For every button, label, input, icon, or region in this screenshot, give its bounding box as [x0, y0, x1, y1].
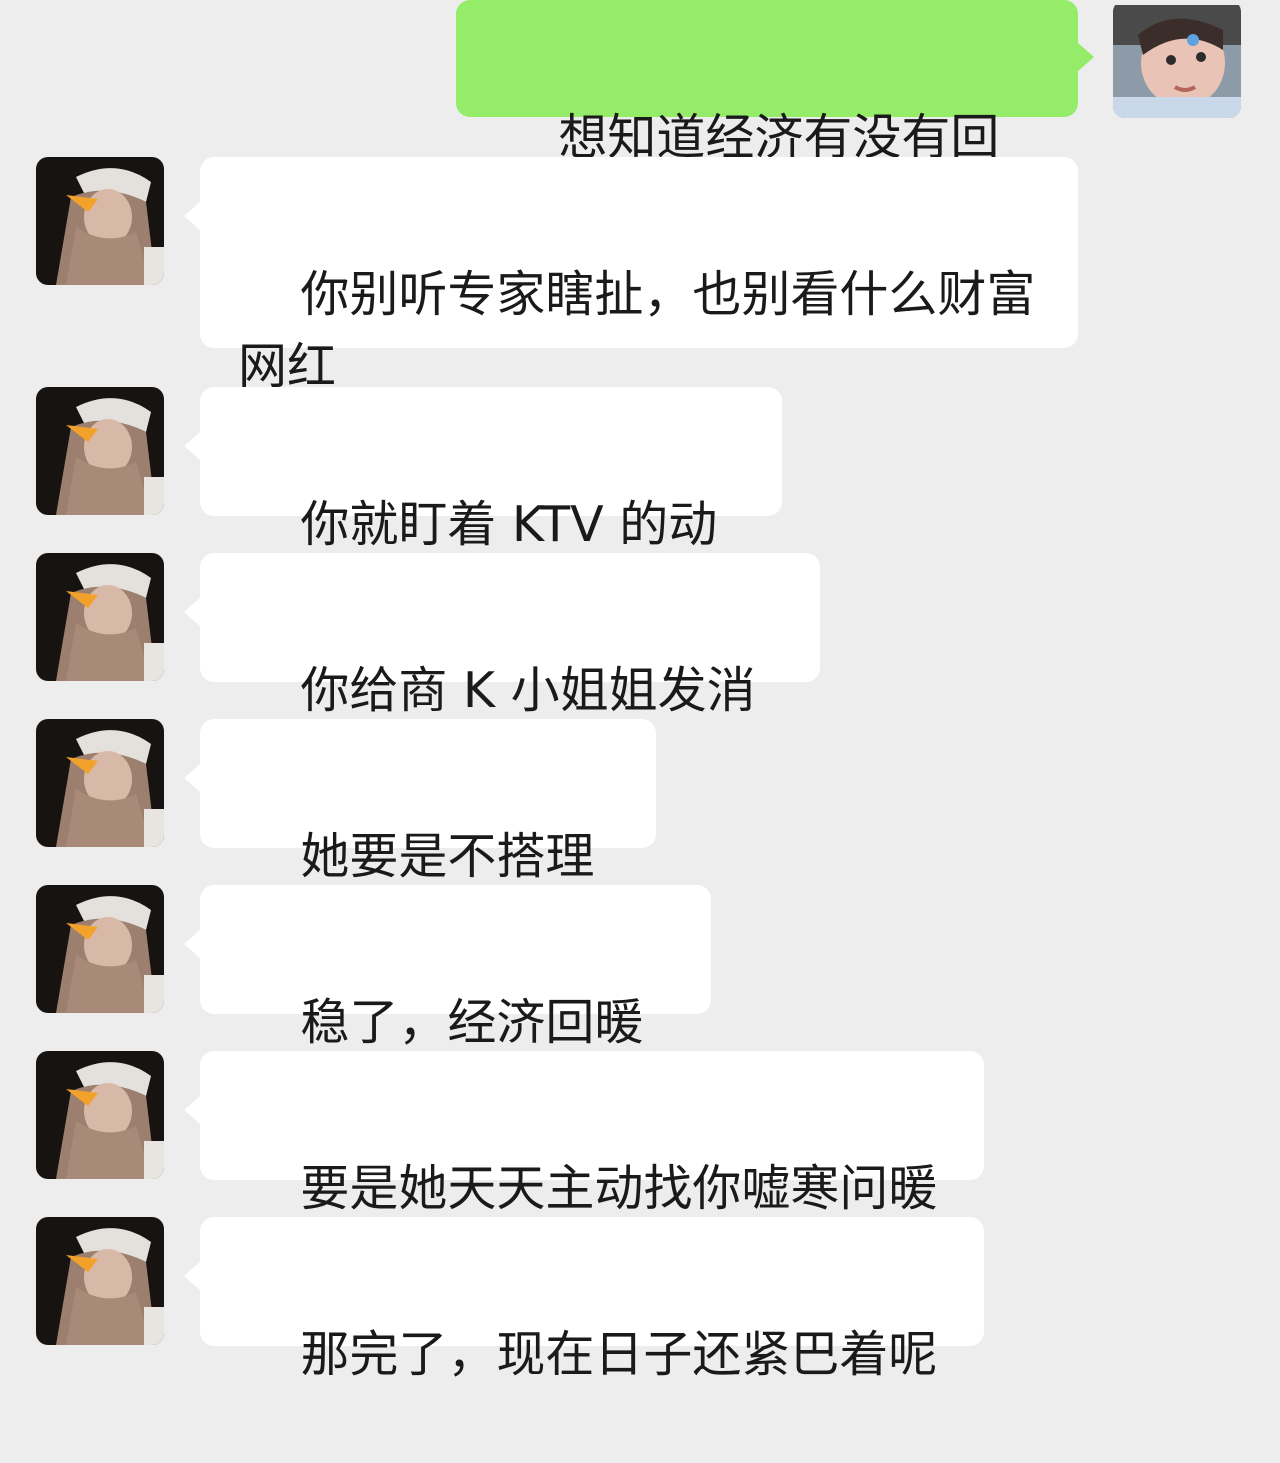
woman-long-hair-avatar-icon: [36, 885, 164, 1013]
woman-long-hair-avatar-icon: [36, 1217, 164, 1345]
woman-long-hair-avatar-icon: [36, 387, 164, 515]
woman-long-hair-avatar-icon: [36, 157, 164, 285]
sent-message-bubble[interactable]: 想知道经济有没有回暖: [456, 0, 1094, 246]
child-avatar-icon: [1113, 5, 1241, 118]
received-message-bubble[interactable]: 你给商 K 小姐姐发消息: [184, 553, 820, 791]
received-message-bubble[interactable]: 稳了，经济回暖了: [184, 885, 711, 1123]
received-message-bubble[interactable]: 她要是不搭理你: [184, 719, 656, 957]
received-message-bubble[interactable]: 那完了，现在日子还紧巴着呢: [184, 1217, 984, 1383]
received-message-bubble[interactable]: 你就盯着 KTV 的动静: [184, 387, 782, 625]
contact-avatar[interactable]: [36, 157, 164, 285]
contact-avatar[interactable]: [36, 885, 164, 1013]
woman-long-hair-avatar-icon: [36, 1051, 164, 1179]
user-avatar[interactable]: [1113, 0, 1241, 118]
contact-avatar[interactable]: [36, 387, 164, 515]
woman-long-hair-avatar-icon: [36, 719, 164, 847]
contact-avatar[interactable]: [36, 1217, 164, 1345]
chat-message-list[interactable]: 想知道经济有没有回暖 你别听专家瞎扯，也别看什么财富网红: [0, 0, 1280, 1383]
contact-avatar[interactable]: [36, 553, 164, 681]
received-message-text: 那完了，现在日子还紧巴着呢: [300, 1326, 938, 1383]
contact-avatar[interactable]: [36, 1051, 164, 1179]
contact-avatar[interactable]: [36, 719, 164, 847]
received-message-bubble[interactable]: 你别听专家瞎扯，也别看什么财富网红: [184, 157, 1078, 395]
received-message-text: 你别听专家瞎扯，也别看什么财富网红: [238, 266, 1036, 395]
received-message-bubble[interactable]: 要是她天天主动找你嘘寒问暖: [184, 1051, 984, 1217]
received-message-text: 要是她天天主动找你嘘寒问暖: [300, 1160, 938, 1217]
woman-long-hair-avatar-icon: [36, 553, 164, 681]
